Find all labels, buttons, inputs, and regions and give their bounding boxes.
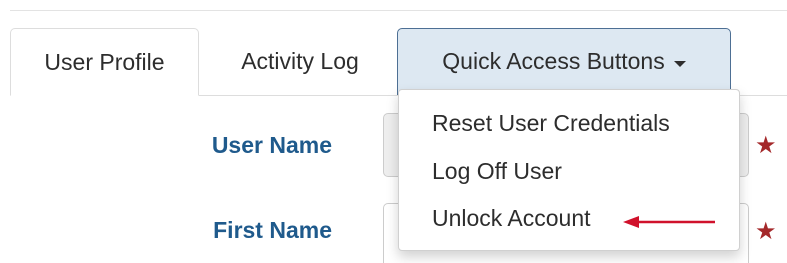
top-divider: [10, 10, 787, 11]
first-name-label: First Name: [213, 217, 332, 243]
menu-item-log-off-user[interactable]: Log Off User: [432, 158, 562, 185]
quick-access-buttons-dropdown[interactable]: Quick Access Buttons: [397, 28, 731, 95]
user-admin-page: User Profile Activity Log Quick Access B…: [0, 0, 787, 263]
red-arrow-icon: [623, 216, 715, 228]
quick-access-menu: Reset User Credentials Log Off User Unlo…: [398, 89, 740, 251]
required-star-icon: ★: [755, 132, 777, 159]
menu-item-unlock-account[interactable]: Unlock Account: [432, 205, 591, 232]
caret-down-icon: [673, 60, 686, 67]
tab-user-profile-label: User Profile: [44, 48, 165, 75]
tab-activity-log-label: Activity Log: [241, 48, 359, 74]
quick-access-buttons-label: Quick Access Buttons: [442, 48, 665, 74]
tab-activity-log[interactable]: Activity Log: [205, 28, 395, 95]
user-name-label: User Name: [211, 132, 332, 158]
tab-user-profile[interactable]: User Profile: [10, 28, 199, 96]
required-star-icon: ★: [755, 218, 777, 245]
menu-item-reset-user-credentials[interactable]: Reset User Credentials: [432, 110, 670, 137]
